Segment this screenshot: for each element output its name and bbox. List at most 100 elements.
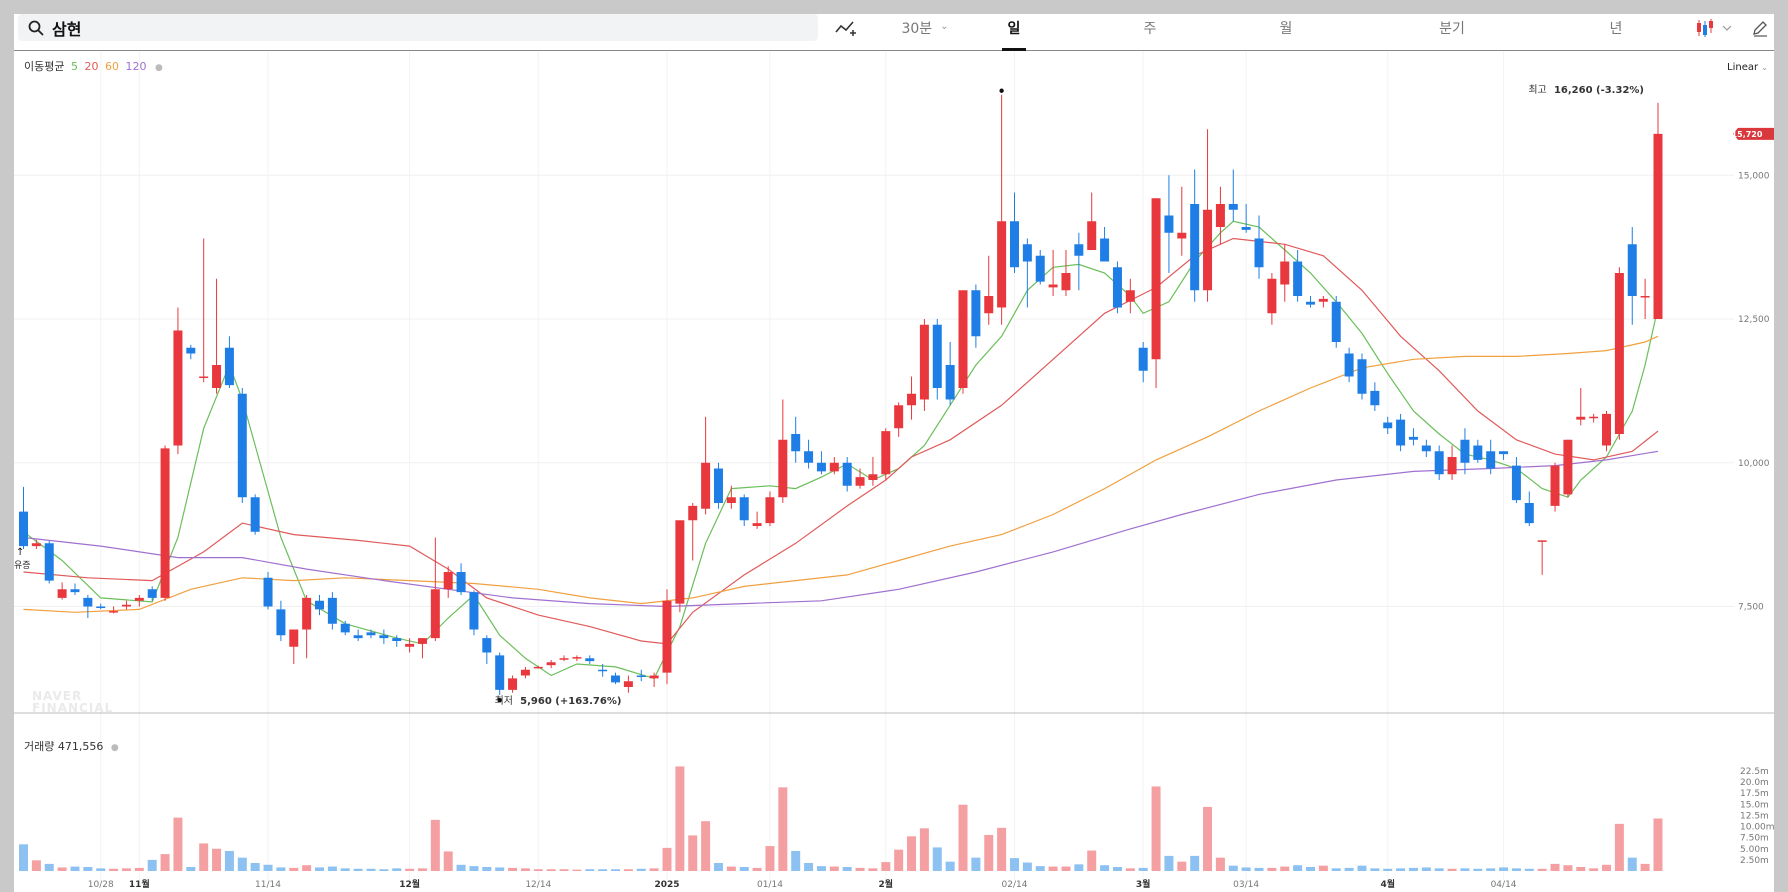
volume-bar [1009, 858, 1019, 871]
candle-body [1267, 278, 1277, 314]
candle-body [1318, 298, 1328, 302]
volume-bar [971, 857, 981, 871]
volume-tick-label: 22.5m [1740, 767, 1769, 777]
chevron-down-icon[interactable]: ⌄ [940, 21, 948, 32]
volume-bar [546, 869, 556, 871]
event-marker[interactable]: ↑ 유증 [14, 547, 31, 571]
volume-bars [19, 766, 1663, 871]
volume-tick-label: 2.50m [1740, 856, 1769, 866]
candle-body [1100, 238, 1110, 262]
volume-bar [263, 864, 273, 871]
tab-year[interactable]: 년 [1604, 16, 1628, 51]
candle-body [57, 589, 67, 598]
candle-body [353, 635, 363, 639]
search-input[interactable] [52, 18, 752, 37]
candle-body [842, 462, 852, 486]
volume-bar [907, 836, 917, 871]
time-tick-label: 2월 [879, 878, 894, 890]
volume-bar [96, 868, 106, 871]
time-tick-label: 11/14 [255, 880, 281, 890]
candle-body [1022, 244, 1032, 262]
candle-body [1383, 422, 1393, 429]
volume-bar [1576, 866, 1586, 871]
tab-30min[interactable]: 30분 ⌄ [890, 16, 960, 51]
ma60-line [23, 335, 1659, 613]
tab-month[interactable]: 월 [1274, 16, 1298, 51]
candle-body [739, 497, 749, 521]
candle-body [1125, 290, 1135, 302]
candle-body [881, 431, 891, 475]
candle-body [392, 638, 402, 641]
scale-selector[interactable]: Linear ⌄ [1727, 62, 1768, 73]
volume-bar [250, 862, 260, 871]
svg-text:↑: ↑ [16, 547, 24, 558]
price-tick-label: 12,500 [1738, 315, 1770, 325]
volume-bar [1215, 857, 1225, 871]
tab-quarter[interactable]: 분기 [1432, 16, 1472, 51]
pencil-icon[interactable] [1747, 17, 1773, 39]
candle-body [96, 606, 106, 608]
volume-legend[interactable]: 거래량 471,556 ● [24, 738, 119, 754]
candle-body [250, 497, 260, 532]
volume-label: 거래량 [24, 740, 55, 753]
candle-body [611, 675, 621, 683]
volume-bar [1151, 786, 1161, 871]
candle-body [1627, 244, 1637, 296]
volume-bar [945, 861, 955, 871]
volume-bar [623, 869, 633, 871]
ma-legend-5: 5 [70, 60, 78, 73]
volume-bar [816, 866, 826, 871]
candle-body [147, 589, 157, 598]
svg-text:최고 16,260 (-3.32%): 최고 16,260 (-3.32%) [1528, 84, 1644, 96]
candle-body [1434, 451, 1444, 475]
volume-bar [44, 863, 54, 871]
candle-body [984, 296, 994, 314]
close-icon[interactable]: ● [111, 743, 119, 753]
candle-body [212, 365, 222, 388]
ma-legend[interactable]: 이동평균 5 20 60 120 ● [24, 58, 166, 74]
candle-body [366, 632, 376, 636]
volume-bar [289, 867, 299, 871]
search-icon [28, 20, 44, 35]
candle-body [83, 597, 93, 607]
ma-legend-60: 60 [104, 60, 119, 73]
indicator-icon[interactable] [834, 17, 860, 39]
volume-bar [1254, 867, 1264, 871]
watermark-line-2: FINANCIAL [32, 701, 114, 715]
time-tick-label: 2025 [654, 880, 679, 890]
volume-bar [1267, 867, 1277, 871]
candle-body [1254, 238, 1264, 268]
tab-day[interactable]: 일 [1002, 16, 1026, 51]
candle-body [894, 405, 904, 429]
volume-tick-label: 12.5m [1740, 811, 1769, 821]
volume-bar [598, 869, 608, 871]
volume-bar [713, 862, 723, 871]
volume-bar [417, 868, 427, 871]
candle-body [379, 635, 389, 639]
candle-body [224, 347, 234, 386]
volume-bar [302, 865, 312, 871]
price-chart[interactable]: 15,00012,50010,0007,50022.5m20.0m17.5m15… [14, 14, 1774, 892]
volume-bar [366, 868, 376, 871]
candle-body [1215, 204, 1225, 227]
candle-body [726, 497, 736, 503]
candle-body [1408, 436, 1418, 440]
current-price: 15,720 [1732, 130, 1763, 139]
volume-bar [572, 869, 582, 871]
volume-bar [199, 843, 209, 871]
volume-bar [443, 851, 453, 871]
candle-body [1112, 267, 1122, 308]
volume-bar [855, 867, 865, 871]
close-icon[interactable]: ● [155, 63, 163, 73]
volume-bar [327, 866, 337, 871]
candle-body [173, 330, 183, 446]
candle-body [636, 675, 646, 677]
candlestick-type-icon[interactable] [1694, 17, 1740, 39]
toolbar: 30분⌄ 일 주 월 분기 년 [14, 14, 1774, 51]
volume-bar [649, 868, 659, 871]
candle-body [804, 451, 814, 463]
candle-body [997, 221, 1007, 308]
volume-bar [1511, 868, 1521, 871]
search-box[interactable] [18, 14, 818, 41]
tab-week[interactable]: 주 [1138, 16, 1162, 51]
